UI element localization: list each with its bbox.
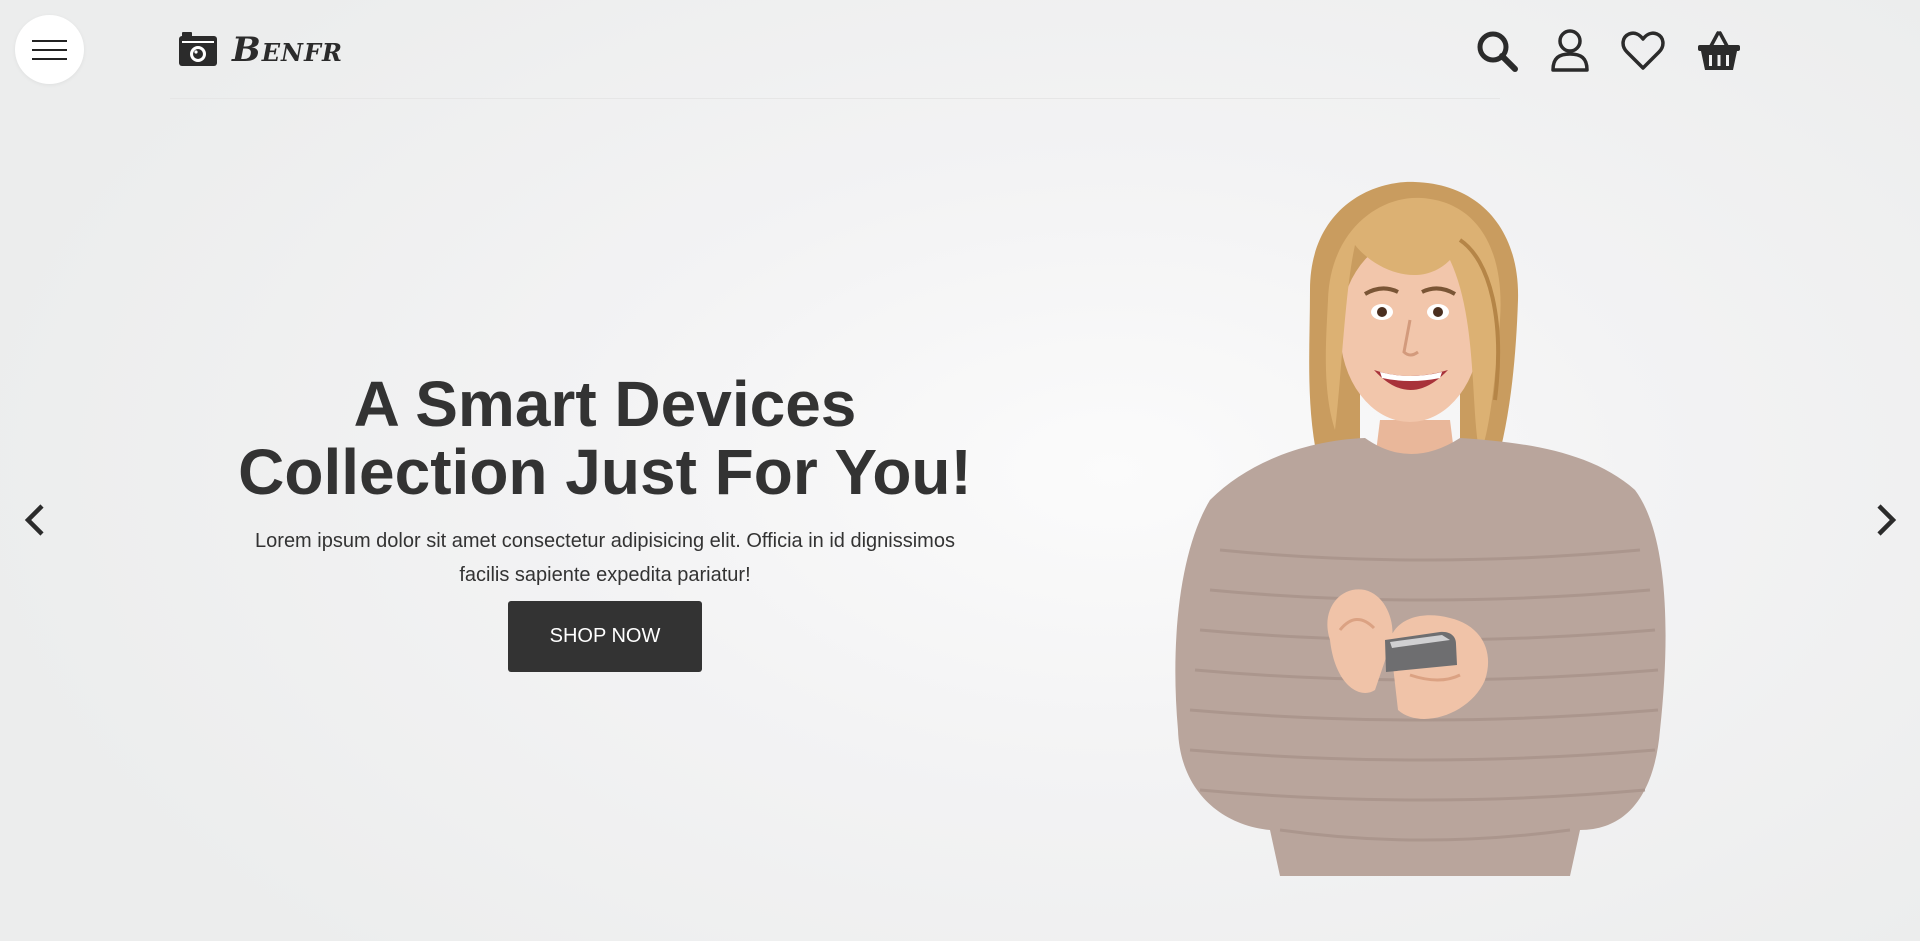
menu-toggle-button[interactable] <box>15 15 84 84</box>
cart-button[interactable] <box>1696 28 1742 74</box>
hero-woman-image <box>1175 181 1666 876</box>
hero-description: Lorem ipsum dolor sit amet consectetur a… <box>195 524 1015 592</box>
user-icon <box>1551 29 1589 72</box>
search-icon <box>1477 31 1518 72</box>
slider-prev-button[interactable] <box>16 500 56 540</box>
hero-title-line-2: Collection Just For You! <box>238 436 972 508</box>
brand-logo[interactable]: Benfr <box>178 30 343 70</box>
chevron-left-icon <box>24 504 44 536</box>
basket-icon <box>1698 31 1740 70</box>
hero-description-line-2: facilis sapiente expedita pariatur! <box>459 564 751 586</box>
hero-title: A Smart Devices Collection Just For You! <box>170 370 1040 506</box>
header-divider <box>170 98 1500 99</box>
wishlist-button[interactable] <box>1620 28 1666 74</box>
account-button[interactable] <box>1547 28 1593 74</box>
camera-icon <box>179 32 217 66</box>
heart-icon <box>1621 31 1665 70</box>
hamburger-icon <box>32 40 67 60</box>
slider-next-button[interactable] <box>1865 500 1905 540</box>
chevron-right-icon <box>1877 504 1897 536</box>
hero-description-line-1: Lorem ipsum dolor sit amet consectetur a… <box>255 530 955 552</box>
search-button[interactable] <box>1474 28 1520 74</box>
site-header: Benfr <box>0 0 1920 100</box>
hero-title-line-1: A Smart Devices <box>353 368 857 440</box>
shop-now-button[interactable]: SHOP NOW <box>508 601 702 672</box>
brand-name: Benfr <box>232 30 343 70</box>
